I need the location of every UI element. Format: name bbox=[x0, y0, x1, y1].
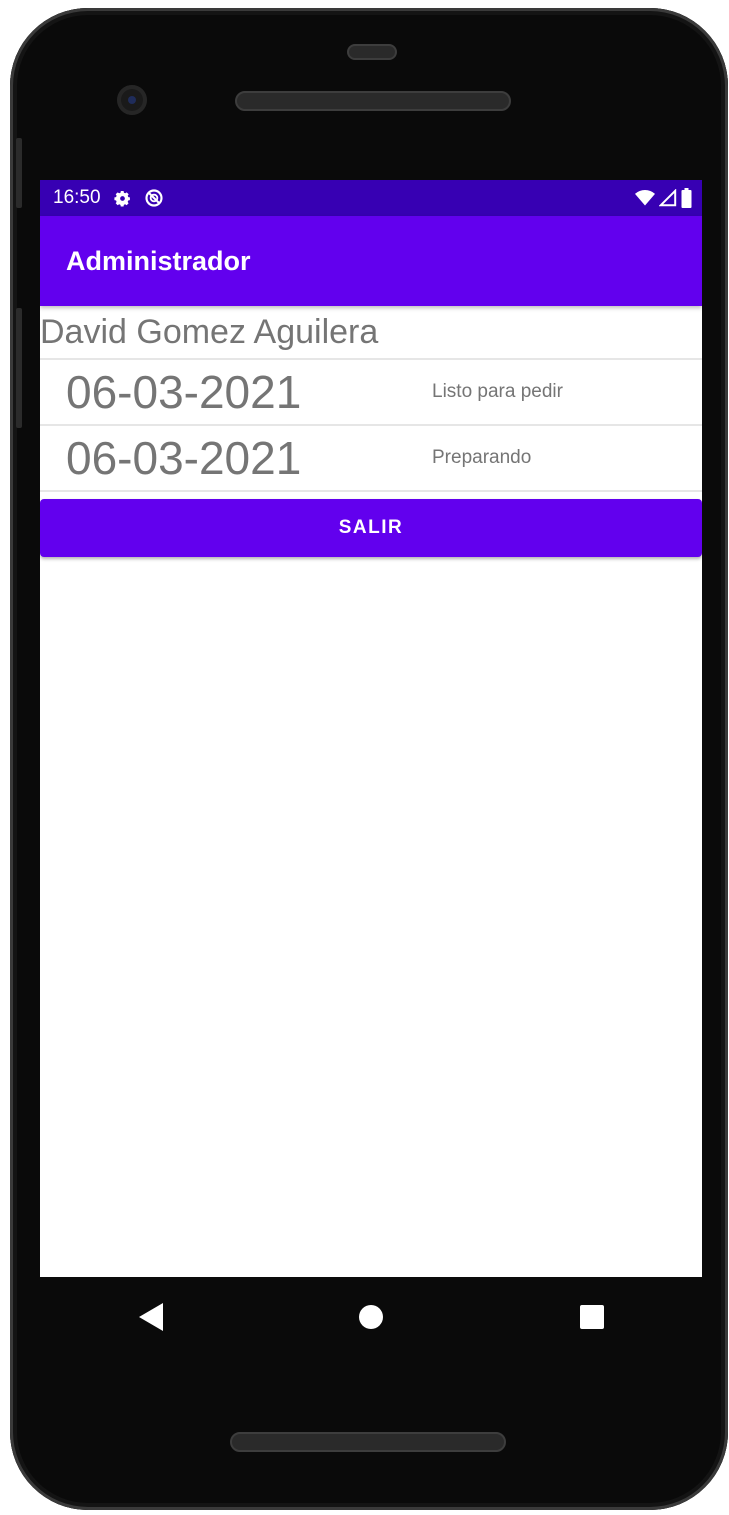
status-time: 16:50 bbox=[53, 187, 101, 208]
order-row[interactable]: 06-03-2021 Preparando bbox=[40, 426, 702, 492]
gear-icon bbox=[113, 189, 132, 208]
logout-button[interactable]: SALIR bbox=[40, 499, 702, 557]
battery-icon bbox=[681, 188, 692, 208]
volume-button bbox=[16, 308, 22, 428]
home-icon[interactable] bbox=[341, 1287, 401, 1347]
app-bar: Administrador bbox=[40, 216, 702, 306]
order-status: Listo para pedir bbox=[432, 381, 563, 402]
order-status: Preparando bbox=[432, 447, 532, 468]
page-title: Administrador bbox=[66, 245, 251, 276]
order-date: 06-03-2021 bbox=[66, 432, 302, 484]
app-screen: 16:50 Administrador David Gomez Aguilera… bbox=[40, 180, 702, 1277]
recents-icon[interactable] bbox=[562, 1287, 622, 1347]
wifi-icon bbox=[635, 189, 655, 207]
navigation-bar bbox=[40, 1277, 702, 1357]
front-camera bbox=[117, 85, 147, 115]
user-name: David Gomez Aguilera bbox=[40, 306, 702, 360]
earpiece bbox=[347, 44, 397, 60]
signal-icon bbox=[659, 189, 677, 207]
back-icon[interactable] bbox=[120, 1287, 180, 1347]
order-row[interactable]: 06-03-2021 Listo para pedir bbox=[40, 360, 702, 426]
status-bar: 16:50 bbox=[40, 180, 702, 216]
top-speaker bbox=[235, 91, 511, 111]
no-disturb-icon bbox=[144, 188, 164, 208]
order-date: 06-03-2021 bbox=[66, 366, 302, 418]
bottom-speaker bbox=[230, 1432, 506, 1452]
power-button bbox=[16, 138, 22, 208]
